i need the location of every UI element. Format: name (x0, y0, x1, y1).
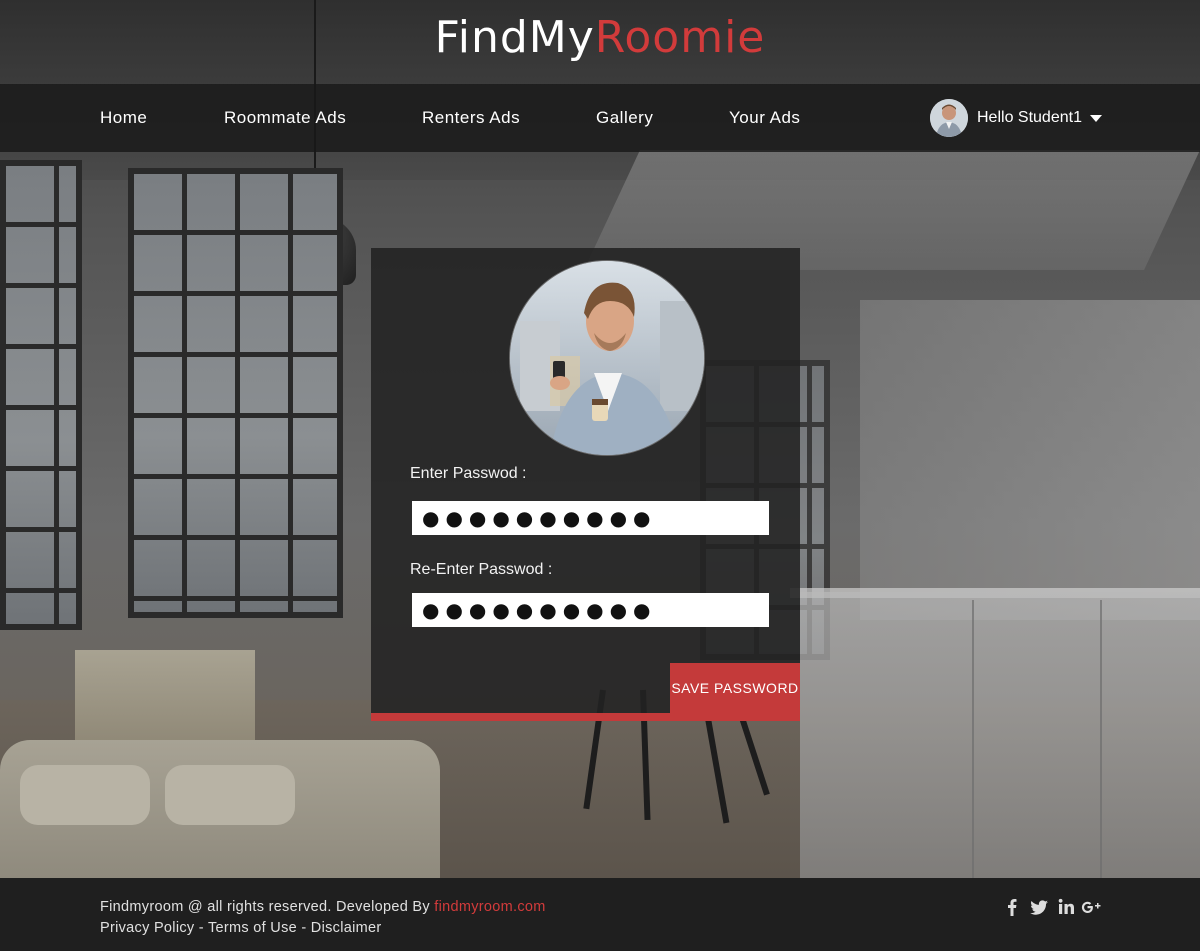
footer-copyright: Findmyroom @ all rights reserved. Develo… (100, 899, 546, 915)
profile-photo (510, 261, 704, 455)
background-window-center (128, 168, 343, 618)
cabinet-divider (1100, 600, 1102, 878)
footer-terms-link[interactable]: Terms of Use (208, 920, 297, 936)
reenter-password-label: Re-Enter Passwod : (410, 561, 553, 578)
cabinet-divider (972, 600, 974, 878)
linkedin-icon[interactable] (1056, 896, 1078, 918)
footer-developer-link[interactable]: findmyroom.com (434, 899, 545, 915)
facebook-icon[interactable] (1001, 896, 1023, 918)
footer-copyright-text: Findmyroom @ all rights reserved. Develo… (100, 899, 435, 915)
reenter-password-input[interactable]: ●●●●●●●●●● (412, 593, 769, 627)
footer-privacy-link[interactable]: Privacy Policy (100, 920, 194, 936)
profile-photo-image (510, 261, 704, 455)
user-greeting: Hello Student1 (977, 109, 1082, 126)
save-password-button[interactable]: SAVE PASSWORD (670, 663, 800, 713)
chevron-down-icon (1089, 114, 1102, 122)
password-label: Enter Passwod : (410, 465, 527, 482)
footer-separator: - (194, 920, 208, 936)
background-storage-boxes (75, 650, 255, 745)
nav-gallery[interactable]: Gallery (596, 108, 653, 128)
twitter-icon[interactable] (1028, 896, 1050, 918)
googleplus-icon[interactable] (1080, 896, 1102, 918)
page-footer: Findmyroom @ all rights reserved. Develo… (0, 878, 1200, 951)
footer-separator: - (297, 920, 311, 936)
nav-renters-ads[interactable]: Renters Ads (422, 108, 520, 128)
brand-logo[interactable]: FindMyRoomie (0, 12, 1200, 63)
user-menu[interactable]: Hello Student1 (930, 99, 1102, 137)
footer-links: Privacy Policy - Terms of Use - Disclaim… (100, 920, 381, 936)
brand-logo-part1: FindMy (434, 12, 595, 63)
nav-roommate-ads[interactable]: Roommate Ads (224, 108, 346, 128)
user-avatar (930, 99, 968, 137)
background-window-left (0, 160, 82, 630)
sofa-cushion (20, 765, 150, 825)
background-kitchen-counter (800, 592, 1200, 878)
user-avatar-image (930, 99, 968, 137)
nav-home[interactable]: Home (100, 108, 147, 128)
sofa-cushion (165, 765, 295, 825)
password-input[interactable]: ●●●●●●●●●● (412, 501, 769, 535)
footer-disclaimer-link[interactable]: Disclaimer (311, 920, 382, 936)
brand-logo-part2: Roomie (594, 12, 766, 63)
background-wall (860, 300, 1200, 620)
logo-bar: FindMyRoomie (0, 0, 1200, 84)
card-accent-bar (371, 713, 800, 721)
nav-your-ads[interactable]: Your Ads (729, 108, 800, 128)
